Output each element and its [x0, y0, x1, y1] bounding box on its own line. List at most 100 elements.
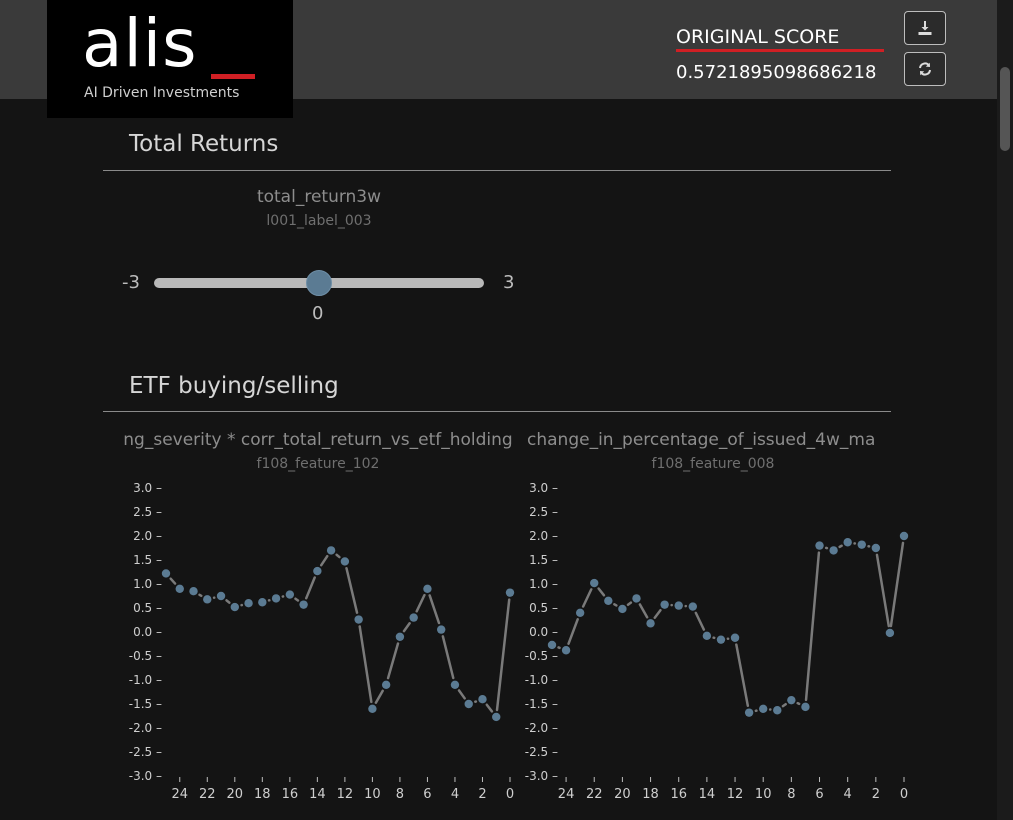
- data-point[interactable]: [590, 578, 599, 588]
- series-line-segment: [485, 703, 494, 713]
- y-tick-label: 0.0 –: [133, 625, 162, 639]
- slider-handle[interactable]: [306, 270, 332, 296]
- data-point[interactable]: [395, 632, 405, 641]
- data-point[interactable]: [189, 587, 198, 596]
- data-point[interactable]: [450, 680, 460, 689]
- data-point[interactable]: [857, 540, 866, 549]
- data-point[interactable]: [354, 615, 363, 624]
- data-point[interactable]: [561, 646, 571, 655]
- data-point[interactable]: [815, 541, 824, 550]
- chart-2-title-text: change_in_percentage_of_issued_4w_ma: [527, 430, 876, 450]
- y-tick-label: 0.5 –: [133, 601, 162, 615]
- refresh-button[interactable]: [904, 52, 946, 86]
- y-tick-label: 2.0 –: [133, 529, 162, 543]
- data-point[interactable]: [759, 704, 768, 713]
- scrollbar[interactable]: [997, 0, 1013, 820]
- download-button[interactable]: [904, 11, 946, 45]
- x-tick-label: 18: [642, 787, 659, 802]
- x-tick-label: 12: [337, 787, 354, 802]
- data-point[interactable]: [646, 619, 655, 628]
- data-point[interactable]: [674, 601, 683, 610]
- data-point[interactable]: [871, 543, 881, 553]
- scrollbar-thumb[interactable]: [1000, 67, 1010, 151]
- series-line-segment: [638, 603, 649, 619]
- data-point[interactable]: [688, 602, 697, 611]
- data-point[interactable]: [660, 600, 669, 609]
- data-point[interactable]: [271, 594, 281, 603]
- data-point[interactable]: [161, 569, 171, 578]
- data-point[interactable]: [326, 546, 336, 555]
- data-point[interactable]: [730, 633, 740, 642]
- x-tick-label: 8: [396, 787, 404, 802]
- data-point[interactable]: [885, 628, 895, 638]
- y-tick-label: -1.5 –: [525, 697, 558, 711]
- x-tick-label: 22: [199, 787, 216, 802]
- data-point[interactable]: [437, 625, 446, 634]
- series-line-segment: [319, 554, 329, 567]
- data-point[interactable]: [244, 599, 253, 608]
- data-point[interactable]: [258, 598, 267, 607]
- data-point[interactable]: [702, 631, 712, 641]
- data-point[interactable]: [632, 594, 641, 603]
- series-line-segment: [581, 588, 593, 608]
- series-line-segment: [345, 567, 359, 614]
- data-point[interactable]: [801, 702, 810, 712]
- data-point[interactable]: [216, 591, 226, 601]
- data-point[interactable]: [744, 708, 754, 717]
- series-line-segment: [415, 593, 426, 613]
- y-tick-label: 2.0 –: [529, 529, 558, 543]
- y-tick-label: -0.5 –: [525, 649, 558, 663]
- data-point[interactable]: [773, 706, 782, 715]
- data-point[interactable]: [203, 595, 212, 604]
- data-point[interactable]: [575, 608, 585, 617]
- refresh-icon: [919, 62, 931, 76]
- y-tick-label: 1.0 –: [529, 577, 558, 591]
- y-tick-label: -0.5 –: [129, 649, 162, 663]
- series-line-segment: [838, 544, 843, 549]
- series-line-segment: [597, 587, 606, 597]
- section-divider: [103, 411, 891, 412]
- series-line-segment: [169, 577, 177, 585]
- data-point[interactable]: [368, 704, 377, 713]
- total-returns-title: Total Returns: [129, 131, 279, 157]
- data-point[interactable]: [230, 602, 239, 612]
- data-point[interactable]: [787, 695, 796, 705]
- x-tick-label: 18: [254, 787, 271, 802]
- data-point[interactable]: [313, 566, 322, 576]
- feature-name: total_return3w: [256, 187, 382, 207]
- data-point[interactable]: [299, 600, 308, 609]
- y-tick-label: -3.0 –: [525, 769, 558, 783]
- series-line-segment: [875, 553, 891, 628]
- data-point[interactable]: [381, 680, 391, 689]
- data-point[interactable]: [505, 588, 515, 597]
- data-point[interactable]: [464, 699, 473, 709]
- y-tick-label: 1.5 –: [133, 553, 162, 567]
- data-point[interactable]: [340, 557, 350, 566]
- x-tick-label: 12: [727, 787, 744, 802]
- x-tick-label: 20: [227, 787, 244, 802]
- y-tick-label: -3.0 –: [129, 769, 162, 783]
- data-point[interactable]: [547, 640, 557, 650]
- data-point[interactable]: [899, 531, 909, 541]
- series-line-segment: [441, 635, 455, 680]
- data-point[interactable]: [478, 695, 487, 704]
- x-tick-label: 2: [478, 787, 486, 802]
- score-underline: [676, 49, 884, 52]
- series-line-segment: [358, 625, 373, 704]
- series-line-segment: [402, 622, 411, 633]
- x-tick-label: 0: [506, 787, 514, 802]
- x-tick-label: 22: [586, 787, 603, 802]
- data-point[interactable]: [285, 590, 295, 599]
- data-point[interactable]: [409, 613, 418, 622]
- x-tick-label: 16: [670, 787, 687, 802]
- data-point[interactable]: [175, 584, 184, 593]
- data-point[interactable]: [716, 635, 726, 644]
- data-point[interactable]: [423, 584, 432, 593]
- data-point[interactable]: [618, 604, 627, 614]
- data-point[interactable]: [492, 712, 501, 722]
- series-line-segment: [735, 643, 750, 708]
- series-line-segment: [653, 608, 662, 620]
- data-point[interactable]: [829, 546, 838, 555]
- data-point[interactable]: [604, 596, 613, 605]
- data-point[interactable]: [843, 538, 852, 547]
